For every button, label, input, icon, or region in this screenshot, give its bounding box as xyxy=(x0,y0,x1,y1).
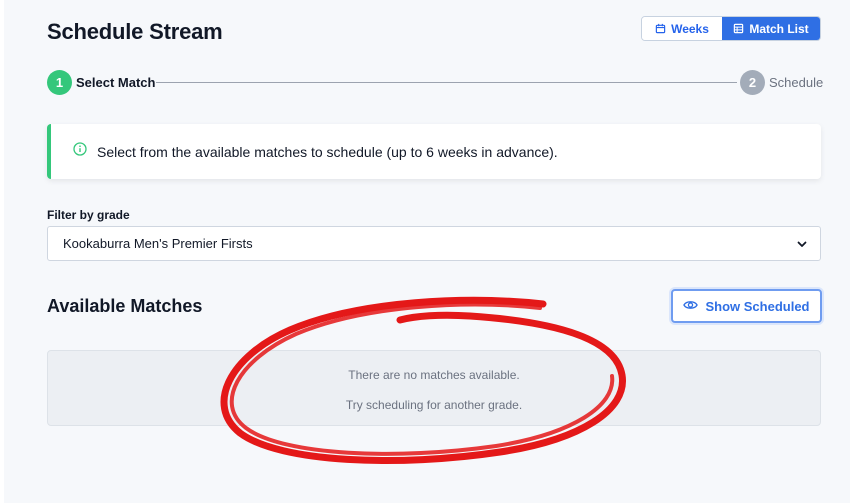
view-toggle: Weeks Match List xyxy=(641,16,821,41)
step-2-label: Schedule xyxy=(769,75,824,90)
available-matches-title: Available Matches xyxy=(47,296,203,316)
chevron-down-icon xyxy=(796,238,808,253)
step-1-label: Select Match xyxy=(76,75,156,90)
info-alert: Select from the available matches to sch… xyxy=(47,124,821,179)
stepper: 1 Select Match 2 Schedule xyxy=(47,70,824,96)
table-icon xyxy=(733,23,744,34)
info-alert-text: Select from the available matches to sch… xyxy=(97,143,558,160)
step-2-number: 2 xyxy=(740,70,765,95)
main-panel: Schedule Stream Weeks Match List 1 Selec… xyxy=(4,0,850,503)
grade-select[interactable]: Kookaburra Men's Premier Firsts xyxy=(47,226,821,261)
info-circle-icon xyxy=(73,142,87,161)
match-list-view-label: Match List xyxy=(749,21,809,36)
filter-grade-label: Filter by grade xyxy=(47,208,130,222)
empty-state-message: There are no matches available. xyxy=(348,368,520,382)
empty-matches-state: There are no matches available. Try sche… xyxy=(47,350,821,426)
match-list-view-button[interactable]: Match List xyxy=(722,17,820,40)
show-scheduled-button[interactable]: Show Scheduled xyxy=(671,289,822,323)
stepper-connector xyxy=(156,82,737,83)
empty-state-hint: Try scheduling for another grade. xyxy=(345,398,523,412)
weeks-view-button[interactable]: Weeks xyxy=(642,17,722,40)
weeks-view-label: Weeks xyxy=(671,21,709,36)
eye-icon xyxy=(683,299,699,314)
page-title: Schedule Stream xyxy=(47,19,223,44)
calendar-icon xyxy=(655,23,666,34)
grade-select-value: Kookaburra Men's Premier Firsts xyxy=(63,236,253,251)
show-scheduled-label: Show Scheduled xyxy=(705,298,810,314)
step-1-number: 1 xyxy=(47,70,72,95)
